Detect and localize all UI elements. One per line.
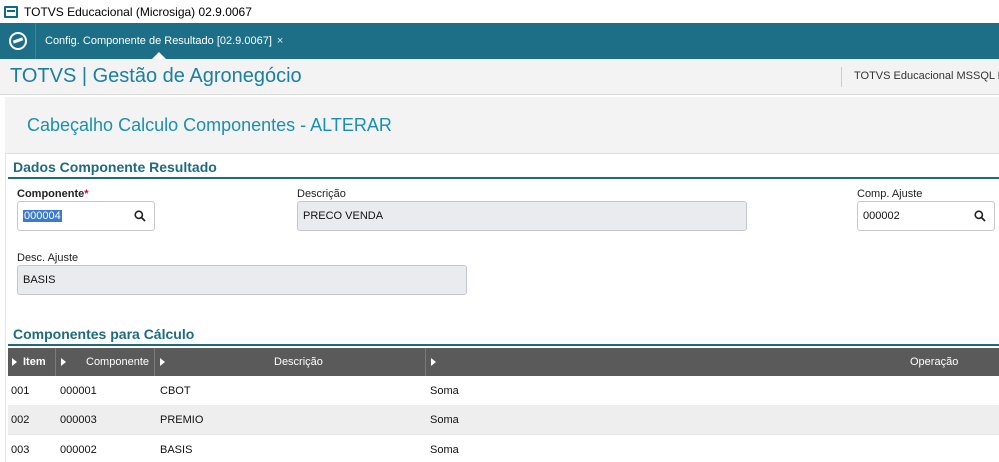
table-row[interactable]: 002 000003 PREMIO Soma <box>8 405 999 435</box>
section-title-componentes-calculo: Componentes para Cálculo <box>13 326 195 342</box>
column-divider <box>154 348 155 376</box>
page-header: Cabeçalho Calculo Componentes - ALTERAR <box>5 97 999 154</box>
app-header: TOTVS | Gestão de Agronegócio TOTVS Educ… <box>0 59 999 95</box>
active-tab-caret <box>152 52 166 59</box>
cell-item: 003 <box>11 444 30 456</box>
tab-bar: Config. Componente de Resultado [02.9.00… <box>0 23 999 59</box>
search-icon[interactable] <box>134 210 146 222</box>
desc-ajuste-field: BASIS <box>17 265 467 295</box>
sort-arrow-icon <box>12 358 17 366</box>
section-title-dados-componente: Dados Componente Resultado <box>13 159 217 175</box>
descricao-value: PRECO VENDA <box>303 210 384 222</box>
cell-operacao: Soma <box>430 385 459 397</box>
cell-operacao: Soma <box>430 444 459 456</box>
sort-arrow-icon <box>160 358 165 366</box>
column-header-componente[interactable]: Componente <box>61 348 149 376</box>
close-icon[interactable]: × <box>277 35 283 47</box>
tab-divider <box>35 23 36 59</box>
search-icon[interactable] <box>974 210 986 222</box>
componente-field[interactable]: 000004 <box>17 201 155 231</box>
column-header-label: Item <box>23 356 46 368</box>
cell-componente: 000001 <box>60 385 97 397</box>
comp-ajuste-label: Comp. Ajuste <box>857 188 923 200</box>
section-divider <box>8 177 999 179</box>
sort-arrow-icon <box>431 358 436 366</box>
comp-ajuste-field[interactable]: 000002 <box>857 201 995 231</box>
column-divider <box>425 348 426 376</box>
cell-descricao: PREMIO <box>160 414 204 426</box>
column-header-descricao[interactable]: Descrição <box>160 348 323 376</box>
column-header-item[interactable]: Item <box>12 348 46 376</box>
tab-label: Config. Componente de Resultado [02.9.00… <box>45 35 272 47</box>
app-window-icon <box>4 5 18 18</box>
cell-descricao: BASIS <box>160 444 193 456</box>
column-header-label: Componente <box>86 356 149 368</box>
descricao-label: Descrição <box>297 188 346 200</box>
column-header-operacao[interactable]: Operação <box>431 348 958 376</box>
grid-header: Item Componente Descrição Operação <box>8 348 999 376</box>
totvs-logo-icon[interactable] <box>9 32 27 50</box>
section-divider <box>8 344 999 346</box>
desc-ajuste-label: Desc. Ajuste <box>17 252 79 264</box>
cell-operacao: Soma <box>430 414 459 426</box>
sort-arrow-icon <box>61 358 66 366</box>
componente-label-text: Componente <box>17 188 85 200</box>
table-row[interactable]: 003 000002 BASIS Soma <box>8 435 999 462</box>
column-divider <box>55 348 56 376</box>
componente-label: Componente* <box>17 188 89 200</box>
componente-value: 000004 <box>23 210 62 222</box>
tab-config-componente[interactable]: Config. Componente de Resultado [02.9.00… <box>37 23 291 59</box>
comp-ajuste-value: 000002 <box>863 210 900 222</box>
required-marker: * <box>84 188 89 200</box>
window-title: TOTVS Educacional (Microsiga) 02.9.0067 <box>24 4 252 19</box>
cell-item: 002 <box>11 414 30 426</box>
descricao-field: PRECO VENDA <box>297 201 747 231</box>
page-title: Cabeçalho Calculo Componentes - ALTERAR <box>27 115 392 135</box>
column-header-label: Descrição <box>274 356 323 368</box>
cell-componente: 000002 <box>60 444 97 456</box>
desc-ajuste-value: BASIS <box>23 274 56 286</box>
environment-label: TOTVS Educacional MSSQL P <box>854 70 999 82</box>
window-titlebar: TOTVS Educacional (Microsiga) 02.9.0067 <box>0 0 999 23</box>
table-row[interactable]: 001 000001 CBOT Soma <box>8 376 999 406</box>
header-divider <box>841 67 842 87</box>
cell-item: 001 <box>11 385 30 397</box>
column-header-label: Operação <box>910 356 959 368</box>
cell-descricao: CBOT <box>160 385 191 397</box>
brand-title: TOTVS | Gestão de Agronegócio <box>10 65 302 87</box>
cell-componente: 000003 <box>60 414 97 426</box>
